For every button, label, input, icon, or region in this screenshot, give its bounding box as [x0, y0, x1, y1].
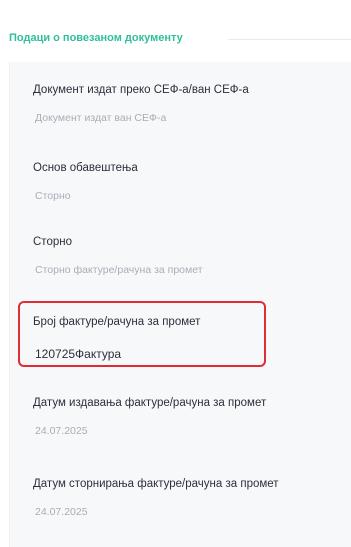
section-title: Подаци о повезаном документу	[9, 32, 183, 44]
field-label: Документ издат преко СЕФ-а/ван СЕФ-а	[33, 84, 249, 96]
field-label: Датум сторнирања фактуре/рачуна за проме…	[33, 478, 279, 490]
field-label: Основ обавештења	[33, 162, 138, 174]
invoice-number-value: 120725Фактура	[35, 347, 122, 361]
field-label: Сторно	[33, 236, 72, 248]
field-value: Документ издат ван СЕФ-а	[35, 112, 167, 124]
screen: Подаци о повезаном документу Документ из…	[0, 0, 351, 547]
field-label: Датум издавања фактуре/рачуна за промет	[33, 397, 267, 409]
field-value: 24.07.2025	[35, 425, 88, 437]
field-label: Број фактуре/рачуна за промет	[33, 316, 201, 328]
section-divider	[228, 39, 351, 40]
section-header: Подаци о повезаном документу	[0, 18, 351, 62]
field-value: 24.07.2025	[35, 506, 88, 518]
field-value: Сторно фактуре/рачуна за промет	[35, 264, 203, 276]
field-value: Сторно	[35, 190, 71, 202]
